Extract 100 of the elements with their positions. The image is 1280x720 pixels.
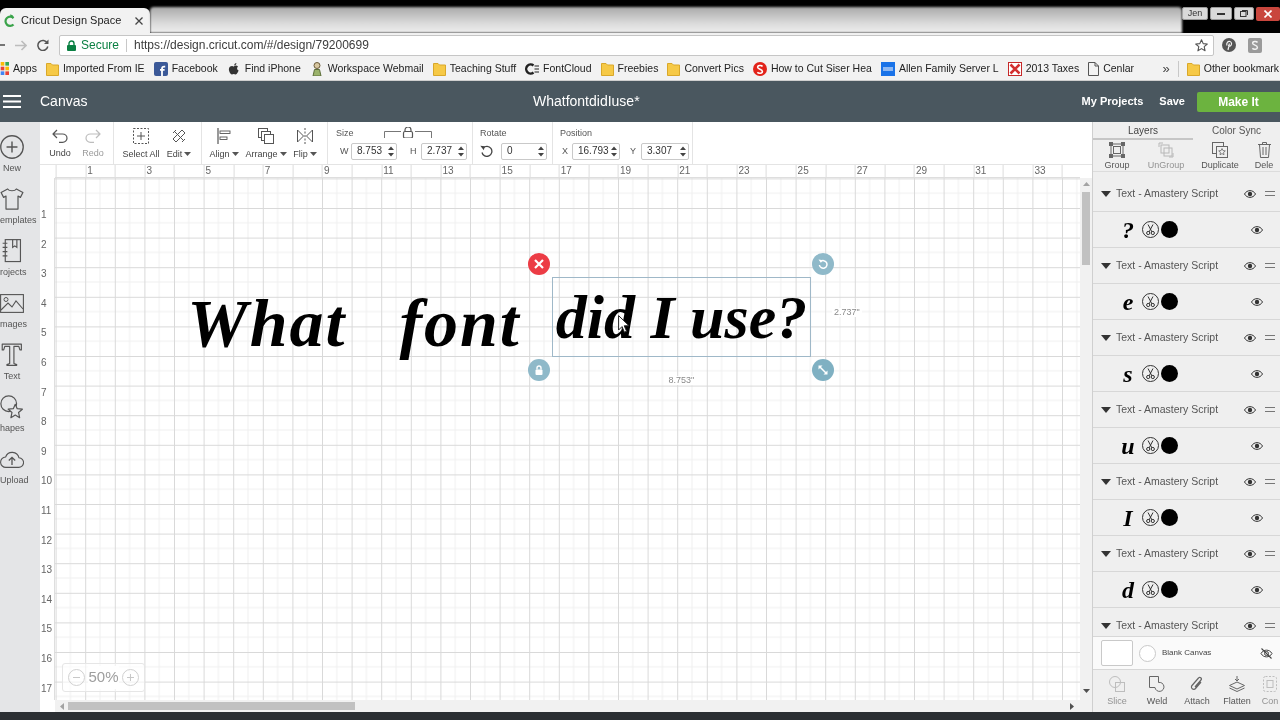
ruler-number: 15 [41, 624, 53, 635]
toolbar-button[interactable]: Flip [290, 122, 320, 164]
forward-button[interactable] [15, 39, 27, 51]
dimension-label: 2.737" [832, 308, 862, 317]
group-label: Position [560, 128, 593, 138]
reload-icon [37, 39, 49, 51]
horizontal-scrollbar[interactable] [55, 700, 1080, 712]
ruler-number: 9 [324, 166, 330, 176]
bookmark[interactable]: Cenlar [1088, 60, 1135, 77]
panel-action-button[interactable]: Attach [1177, 670, 1217, 712]
profile-button[interactable]: Jen [1182, 7, 1208, 20]
bookmark[interactable]: Workspace Webmail [309, 60, 424, 77]
ruler-number: 11 [41, 506, 52, 516]
header-link[interactable]: Save [1159, 93, 1185, 110]
bookmark[interactable]: Convert Pics [667, 60, 744, 77]
address-bar[interactable]: Secure https://design.cricut.com/#/design/79200699 [59, 34, 1214, 56]
bookmark[interactable]: Apps [0, 60, 37, 77]
facebook-icon [153, 61, 168, 76]
drag-handle-icon [1265, 551, 1275, 556]
vertical-scrollbar[interactable] [1080, 178, 1092, 700]
panel-action-button[interactable]: Dele [1249, 140, 1279, 171]
bookmark[interactable]: 2013 Taxes [1007, 60, 1080, 77]
rotation-field[interactable]: 0 [501, 142, 547, 160]
ruler-number: 33 [1034, 166, 1046, 176]
bookmark-star-button[interactable] [1195, 38, 1208, 52]
c-lines-logo-icon [525, 61, 540, 76]
toolbar-button[interactable]: Arrange [244, 122, 288, 164]
ruler-number: 17 [41, 683, 53, 694]
ruler-number: 12 [41, 535, 53, 546]
panel-action-button[interactable]: Group [1093, 140, 1141, 171]
sidebar-item[interactable]: rojects [0, 239, 40, 277]
drag-handle-icon [1265, 479, 1275, 484]
sidebar-item[interactable]: hapes [0, 395, 40, 433]
ruler-number: 7 [41, 387, 47, 398]
zoom-in-button[interactable] [122, 669, 139, 686]
blank-canvas-row[interactable]: Blank Canvas [1093, 636, 1280, 669]
field-label: W [340, 146, 350, 156]
toolbar-button[interactable]: Select All [119, 122, 163, 164]
paperclip-icon [1190, 676, 1204, 692]
extension-button[interactable] [1222, 38, 1236, 52]
panel-action-button[interactable]: Flatten [1217, 670, 1257, 712]
design-canvas[interactable]: What font did I use? 8.753" 2.737" 50% [55, 178, 1080, 700]
minimize-button[interactable] [1210, 7, 1232, 20]
restore-button[interactable] [1234, 7, 1254, 20]
sidebar-item[interactable]: Upload [0, 447, 40, 485]
sidebar-item[interactable]: mages [0, 291, 40, 329]
toolbar-button[interactable]: Edit [164, 122, 194, 164]
canvas-text[interactable]: did I use? [552, 277, 811, 357]
sidebar-item[interactable]: emplates [0, 187, 40, 225]
zoom-out-button[interactable] [68, 669, 85, 686]
bookmark[interactable]: Find iPhone [226, 60, 301, 77]
ruler-number: 10 [41, 476, 53, 487]
size-field[interactable]: 2.737 [421, 142, 467, 160]
browser-tab[interactable]: Cricut Design Space [0, 8, 150, 33]
apple-icon [226, 61, 241, 76]
position-field[interactable]: 3.307 [641, 142, 689, 160]
bookmark[interactable]: How to Cut Siser Hea [752, 60, 872, 77]
layer-glyph: ? [1121, 217, 1135, 242]
close-tab-button[interactable] [134, 16, 143, 25]
panel-tab[interactable]: Color Sync [1193, 122, 1280, 140]
reload-button[interactable] [37, 39, 49, 51]
text-icon [1, 343, 23, 367]
panel-tab[interactable]: Layers [1093, 122, 1193, 140]
folder-icon [667, 61, 681, 76]
image-icon [0, 293, 24, 313]
size-field[interactable]: 8.753 [351, 142, 397, 160]
caret-icon [231, 152, 239, 156]
undo-icon [52, 128, 68, 143]
bookmark[interactable]: Freebies [600, 60, 659, 77]
spinner-icon [611, 145, 617, 157]
more-bookmarks-button[interactable]: » [1162, 62, 1170, 75]
scrollbar-thumb[interactable] [1082, 192, 1090, 265]
minus-icon [68, 669, 85, 686]
forward-arrow-icon [15, 39, 27, 51]
ruler-number: 6 [41, 358, 47, 368]
bookmark[interactable]: Teaching Stuff [432, 60, 517, 77]
group-label: Size [336, 128, 354, 138]
header-link[interactable]: My Projects [1081, 93, 1144, 110]
panel-action-button[interactable]: Weld [1137, 670, 1177, 712]
restore-icon [1240, 10, 1248, 17]
scrollbar-thumb[interactable] [68, 702, 355, 710]
panel-action-button[interactable]: Duplicate [1191, 140, 1249, 171]
bookmark[interactable]: Imported From IE [45, 60, 145, 77]
bookmark[interactable]: Allen Family Server L [880, 60, 999, 77]
menu-button[interactable] [3, 95, 21, 108]
position-field[interactable]: 16.793 [572, 142, 620, 160]
ruler-number: 11 [383, 166, 394, 176]
bookmark-folder[interactable]: Other bookmark [1186, 60, 1280, 77]
toolbar-button[interactable]: Align [206, 122, 242, 164]
bookmark[interactable]: Facebook [153, 60, 218, 77]
canvas-text[interactable]: What font [168, 266, 540, 380]
toolbar-button[interactable]: Undo [45, 122, 75, 164]
plus-icon [122, 669, 139, 686]
close-window-button[interactable] [1256, 7, 1280, 21]
ruler-number: 13 [41, 565, 53, 576]
bookmark[interactable]: FontCloud [525, 60, 592, 77]
spinner-icon [388, 145, 394, 157]
sidebar-item[interactable]: New [0, 135, 40, 173]
menu-icon [3, 95, 21, 108]
sidebar-item[interactable]: Text [0, 343, 40, 381]
